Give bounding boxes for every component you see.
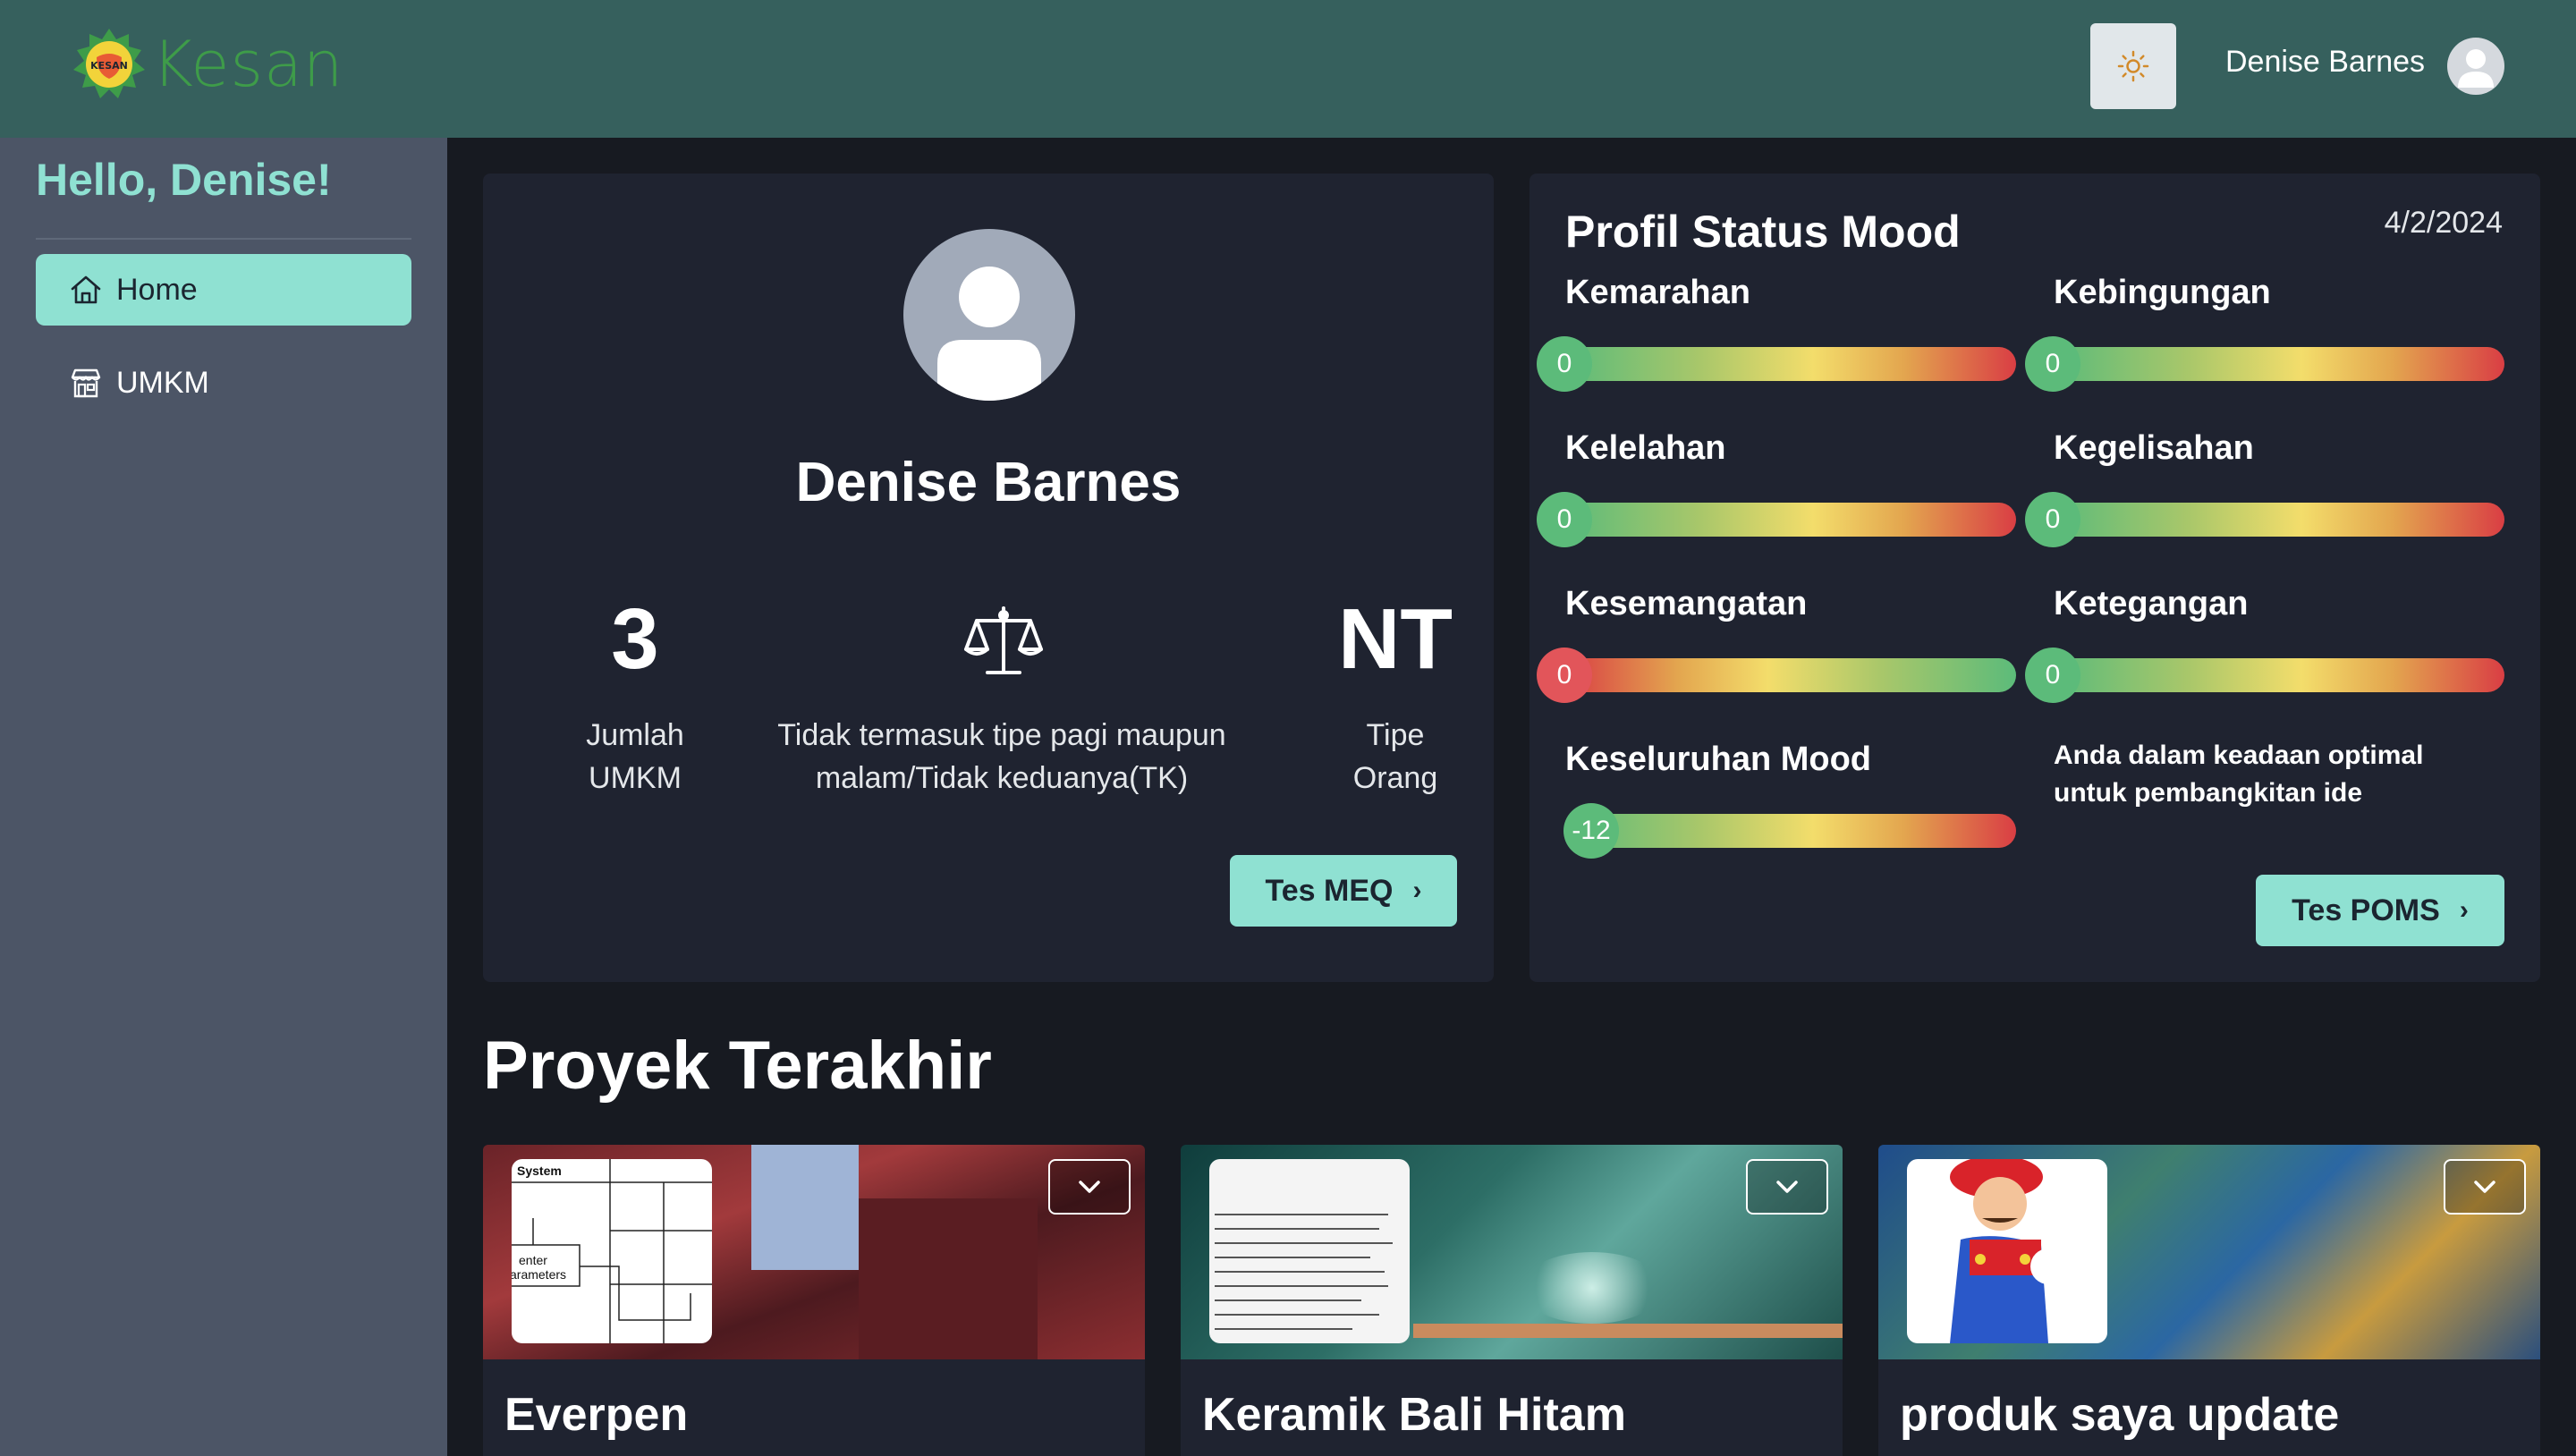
- thumb-text: enter: [519, 1253, 547, 1267]
- chevron-right-icon: ›: [2459, 895, 2469, 925]
- sidebar-divider: [36, 238, 411, 240]
- chevron-right-icon: ›: [1412, 876, 1422, 905]
- project-thumbnail: [1209, 1159, 1410, 1343]
- umkm-count: 3: [611, 591, 659, 687]
- sidebar-item-home[interactable]: Home: [36, 254, 411, 326]
- mood-bar-kelelahan: [1565, 503, 2016, 537]
- mood-label-kemarahan: Kemarahan: [1565, 274, 1750, 311]
- mood-knob-kelelahan[interactable]: 0: [1537, 492, 1592, 547]
- mood-label-kelelahan: Kelelahan: [1565, 429, 1726, 467]
- chevron-down-icon: [1079, 1181, 1100, 1193]
- store-icon: [66, 363, 106, 402]
- project-cover-image: System enter arameters: [483, 1145, 1145, 1359]
- project-name[interactable]: Everpen: [504, 1388, 688, 1442]
- mood-knob-kegelisahan[interactable]: 0: [2025, 492, 2080, 547]
- mood-label-keseluruhan: Keseluruhan Mood: [1565, 741, 1872, 778]
- tes-poms-label: Tes POMS: [2292, 893, 2440, 927]
- project-name[interactable]: Keramik Bali Hitam: [1202, 1388, 1626, 1442]
- chevron-down-icon: [1776, 1181, 1798, 1193]
- mood-label-ketegangan: Ketegangan: [2054, 585, 2249, 622]
- project-card[interactable]: Keramik Bali Hitam: [1181, 1145, 1843, 1456]
- mood-date: 4/2/2024: [2384, 206, 2503, 240]
- mood-knob-ketegangan[interactable]: 0: [2025, 648, 2080, 703]
- home-icon: [66, 270, 106, 309]
- mood-bar-kesemangatan: [1565, 658, 2016, 692]
- sidebar-item-umkm[interactable]: UMKM: [36, 347, 411, 419]
- greeting: Hello, Denise!: [36, 155, 332, 205]
- project-card[interactable]: produk saya update: [1878, 1145, 2540, 1456]
- mood-message: Anda dalam keadaan optimal untuk pembang…: [2054, 741, 2424, 808]
- mood-knob-kebingungan[interactable]: 0: [2025, 336, 2080, 392]
- mood-bar-ketegangan: [2054, 658, 2504, 692]
- profile-name: Denise Barnes: [795, 452, 1182, 513]
- mood-bar-kegelisahan: [2054, 503, 2504, 537]
- project-card[interactable]: System enter arameters Everpen: [483, 1145, 1145, 1456]
- mood-knob-keseluruhan[interactable]: -12: [1563, 803, 1619, 859]
- tes-poms-button[interactable]: Tes POMS ›: [2256, 875, 2504, 946]
- umkm-count-label: Jumlah UMKM: [586, 718, 684, 795]
- projects-section-title: Proyek Terakhir: [483, 1028, 992, 1104]
- mood-card: Profil Status Mood 4/2/2024 Kemarahan 0 …: [1530, 174, 2540, 982]
- chevron-down-icon: [2474, 1181, 2496, 1193]
- user-avatar-icon: [2458, 49, 2494, 88]
- personality-type-label: Tipe Orang: [1352, 718, 1438, 795]
- mood-bar-kebingungan: [2054, 347, 2504, 381]
- sun-icon: [2117, 50, 2149, 82]
- logo-badge-text: KESAN: [90, 60, 128, 72]
- thumb-text: arameters: [512, 1267, 566, 1282]
- project-thumbnail: System enter arameters: [512, 1159, 712, 1343]
- profile-avatar: [903, 229, 1075, 401]
- chronotype-label: Tidak termasuk tipe pagi maupun malam/Ti…: [777, 718, 1226, 795]
- profile-card: Denise Barnes 3 Jumlah UMKM Tidak termas…: [483, 174, 1494, 982]
- project-name[interactable]: produk saya update: [1900, 1388, 2339, 1442]
- mood-bar-keseluruhan: [1565, 814, 2016, 848]
- sidebar: Hello, Denise! Home UMKM: [0, 138, 447, 1456]
- mood-title: Profil Status Mood: [1565, 207, 1961, 257]
- mood-label-kebingungan: Kebingungan: [2054, 274, 2271, 311]
- tes-meq-button[interactable]: Tes MEQ ›: [1230, 855, 1457, 927]
- project-thumbnail: [1907, 1159, 2107, 1343]
- header-user-name[interactable]: Denise Barnes: [2225, 45, 2425, 80]
- user-avatar[interactable]: [2447, 38, 2504, 95]
- logo-badge-icon: KESAN: [73, 29, 145, 98]
- app-logo[interactable]: KESAN Kesan: [72, 27, 343, 102]
- thumb-text: System: [517, 1164, 562, 1178]
- mood-knob-kemarahan[interactable]: 0: [1537, 336, 1592, 392]
- mood-label-kegelisahan: Kegelisahan: [2054, 429, 2254, 467]
- user-avatar-icon: [937, 267, 1041, 401]
- mood-knob-kesemangatan[interactable]: 0: [1537, 648, 1592, 703]
- mood-bar-kemarahan: [1565, 347, 2016, 381]
- project-dropdown-button[interactable]: [1048, 1159, 1131, 1215]
- project-cover-image: [1181, 1145, 1843, 1359]
- project-cover-image: [1878, 1145, 2540, 1359]
- sidebar-item-label: UMKM: [116, 365, 209, 400]
- project-dropdown-button[interactable]: [1746, 1159, 1828, 1215]
- logo-text: Kesan: [152, 28, 344, 101]
- theme-toggle-button[interactable]: [2090, 23, 2176, 109]
- mood-label-kesemangatan: Kesemangatan: [1565, 585, 1808, 622]
- top-header: KESAN Kesan Denise Barnes: [0, 0, 2576, 138]
- personality-type: NT: [1338, 591, 1453, 687]
- scale-icon: [961, 599, 1046, 685]
- sidebar-item-label: Home: [116, 272, 198, 307]
- project-dropdown-button[interactable]: [2444, 1159, 2526, 1215]
- character-image: [1950, 1159, 2066, 1343]
- tes-meq-label: Tes MEQ: [1265, 873, 1394, 908]
